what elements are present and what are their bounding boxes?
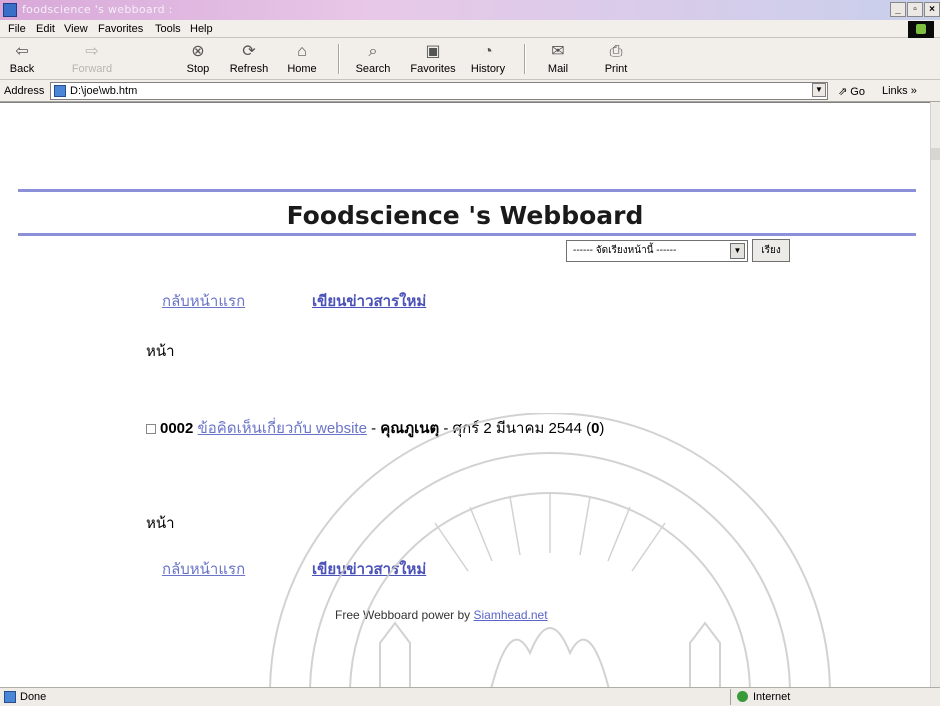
bottom-divider — [18, 233, 916, 236]
page-icon — [54, 85, 66, 97]
home-link-bottom[interactable]: กลับหน้าแรก — [162, 557, 245, 581]
list-item: 0002 ข้อคิดเห็นเกี่ยวกับ website - คุณภู… — [146, 416, 604, 440]
search-button[interactable]: ⌕ Search — [348, 40, 398, 78]
page-label-bottom: หน้า — [146, 515, 175, 532]
minimize-button[interactable]: _ — [890, 2, 906, 17]
address-value: D:\joe\wb.htm — [70, 85, 138, 97]
refresh-icon: ⟳ — [242, 43, 256, 60]
printer-icon: ⎙ — [609, 43, 623, 60]
back-arrow-icon: ⇦ — [15, 43, 29, 60]
new-post-link-bottom[interactable]: เขียนข่าวสารใหม่ — [312, 557, 426, 581]
address-bar: Address D:\joe\wb.htm ▼ ⇗ Go Links » — [0, 80, 940, 102]
post-number: 0002 — [160, 420, 194, 437]
history-button[interactable]: ◔ History — [464, 40, 512, 78]
window-controls: _ ▫ × — [889, 2, 940, 17]
address-input[interactable]: D:\joe\wb.htm — [50, 82, 828, 100]
toolbar-separator — [338, 44, 340, 74]
mail-icon: ✉ — [551, 43, 565, 60]
vertical-scrollbar[interactable] — [930, 102, 940, 687]
maximize-button[interactable]: ▫ — [907, 2, 923, 17]
stop-button[interactable]: ⊗ Stop — [180, 40, 216, 78]
title-bar: foodscience 's webboard : _ ▫ × — [0, 0, 940, 20]
sort-select[interactable]: ------ จัดเรียงหน้านี้ ------ — [566, 240, 748, 262]
menu-file[interactable]: File — [8, 23, 26, 35]
security-zone: Internet — [730, 689, 880, 705]
page-content: Foodscience 's Webboard กลับหน้าแรก เขีย… — [0, 102, 930, 687]
home-link[interactable]: กลับหน้าแรก — [162, 289, 245, 313]
post-author: คุณภูเนตุ — [380, 420, 440, 437]
post-subject-link[interactable]: ข้อคิดเห็นเกี่ยวกับ website — [198, 420, 367, 437]
favorites-folder-icon: ▣ — [425, 43, 441, 60]
menu-view[interactable]: View — [64, 23, 88, 35]
ie-icon — [3, 3, 17, 17]
post-date: - ศุกร์ 2 มีนาคม 2544 ( — [439, 420, 592, 437]
window-title: foodscience 's webboard : — [22, 3, 173, 16]
history-icon: ◔ — [483, 43, 493, 60]
stop-icon: ⊗ — [191, 43, 205, 60]
address-label: Address — [4, 85, 45, 97]
forward-arrow-icon: ⇨ — [85, 43, 99, 60]
refresh-button[interactable]: ⟳ Refresh — [226, 40, 272, 78]
chevron-down-icon[interactable]: ▼ — [730, 243, 745, 259]
zone-text: Internet — [753, 691, 791, 703]
footer-link[interactable]: Siamhead.net — [474, 608, 548, 622]
menu-edit[interactable]: Edit — [36, 23, 55, 35]
status-text: Done — [20, 691, 47, 703]
menu-tools[interactable]: Tools — [155, 23, 181, 35]
print-button[interactable]: ⎙ Print — [598, 40, 634, 78]
links-button[interactable]: Links » — [882, 85, 917, 97]
scrollbar-thumb[interactable] — [931, 148, 940, 160]
standard-toolbar: ⇦ Back ⇨ Forward ⊗ Stop ⟳ Refresh ⌂ Home… — [0, 38, 940, 80]
page-title: Foodscience 's Webboard — [286, 201, 644, 230]
search-icon: ⌕ — [368, 43, 378, 60]
go-button[interactable]: ⇗ Go — [838, 85, 865, 98]
sort-button[interactable]: เรียง — [752, 239, 790, 262]
post-checkbox[interactable] — [146, 424, 156, 435]
windows-logo-icon — [908, 21, 934, 38]
address-dropdown-arrow-icon[interactable]: ▼ — [812, 83, 826, 97]
status-bar: Done Internet — [0, 687, 940, 706]
home-button[interactable]: ⌂ Home — [280, 40, 324, 78]
university-seal-watermark — [269, 413, 831, 687]
favorites-button[interactable]: ▣ Favorites — [403, 40, 463, 78]
back-button[interactable]: ⇦ Back — [4, 40, 40, 78]
menu-favorites[interactable]: Favorites — [98, 23, 143, 35]
menu-bar: File Edit View Favorites Tools Help — [0, 20, 940, 38]
home-icon: ⌂ — [297, 43, 307, 60]
menu-help[interactable]: Help — [190, 23, 213, 35]
forward-button[interactable]: ⇨ Forward — [68, 40, 116, 78]
close-button[interactable]: × — [924, 2, 940, 17]
mail-button[interactable]: ✉ Mail — [540, 40, 576, 78]
new-post-link[interactable]: เขียนข่าวสารใหม่ — [312, 289, 426, 313]
toolbar-separator — [524, 44, 526, 74]
page-label: หน้า — [146, 343, 175, 360]
page-done-icon — [4, 691, 16, 703]
footer-credit: Free Webboard power by Siamhead.net — [335, 608, 548, 622]
internet-globe-icon — [737, 691, 748, 702]
top-divider — [18, 189, 916, 192]
